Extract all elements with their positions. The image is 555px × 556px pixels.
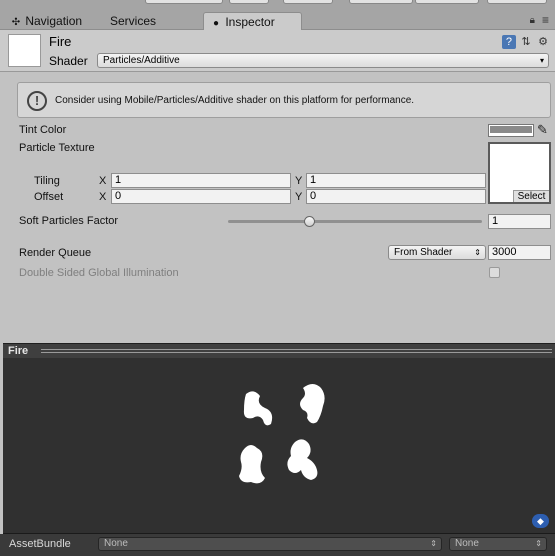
toolbar-button[interactable] xyxy=(349,0,413,4)
asset-bundle-name-dropdown[interactable]: None ⇕ xyxy=(98,537,442,551)
particle-blob xyxy=(243,391,273,426)
tiling-x-field[interactable]: 1 xyxy=(111,173,291,188)
toolbar-button[interactable] xyxy=(229,0,269,4)
tint-color-swatch[interactable] xyxy=(488,124,534,137)
warning-text: Consider using Mobile/Particles/Additive… xyxy=(55,95,415,106)
asset-bundle-variant-dropdown[interactable]: None ⇕ xyxy=(449,537,547,551)
tab-services[interactable]: Services xyxy=(104,12,174,30)
particle-texture-preview xyxy=(239,384,325,484)
asset-bundle-bar: AssetBundle None ⇕ None ⇕ xyxy=(0,534,555,556)
offset-label: Offset xyxy=(34,191,64,203)
soft-particles-slider-knob[interactable] xyxy=(303,216,315,227)
toolbar-button[interactable] xyxy=(487,0,547,4)
lock-icon[interactable]: 🔒︎ xyxy=(530,15,535,26)
shader-label: Shader xyxy=(49,54,88,68)
dsgi-checkbox[interactable] xyxy=(489,267,500,278)
asset-bundle-variant: None xyxy=(455,538,479,549)
dsgi-label: Double Sided Global Illumination xyxy=(19,267,179,279)
soft-particles-slider-track[interactable] xyxy=(228,220,482,223)
tiling-y-field[interactable]: 1 xyxy=(306,173,486,188)
preview-header[interactable]: Fire xyxy=(3,343,555,358)
dropdown-arrow-icon: ⇕ xyxy=(535,539,542,548)
tab-navigation[interactable]: ✣ Navigation xyxy=(4,12,96,30)
soft-particles-label: Soft Particles Factor xyxy=(19,215,119,227)
material-preview[interactable]: ◆ xyxy=(3,358,555,534)
material-header: Fire Shader Particles/Additive ▾ ? ⇅ ⚙ xyxy=(0,30,555,72)
dropdown-arrow-icon: ⇕ xyxy=(474,248,481,257)
shader-dropdown[interactable]: Particles/Additive ▾ xyxy=(97,53,549,68)
preview-drag-handle[interactable] xyxy=(41,349,552,353)
asset-bundle-label: AssetBundle xyxy=(9,538,71,550)
gear-icon[interactable]: ⚙ xyxy=(536,35,550,49)
preview-title: Fire xyxy=(8,345,29,357)
performance-warning: ! Consider using Mobile/Particles/Additi… xyxy=(17,82,551,118)
toolbar-button[interactable] xyxy=(415,0,479,4)
tab-label: Services xyxy=(110,14,157,28)
tiling-label: Tiling xyxy=(34,175,60,187)
asset-bundle-name: None xyxy=(104,538,128,549)
render-queue-label: Render Queue xyxy=(19,247,92,259)
toolbar-button[interactable] xyxy=(145,0,223,4)
particle-blob xyxy=(300,384,325,424)
help-book-icon[interactable]: ? xyxy=(501,35,516,49)
eyedropper-icon[interactable]: ✎ xyxy=(537,122,548,138)
preset-sliders-icon[interactable]: ⇅ xyxy=(519,35,533,49)
tab-label: Navigation xyxy=(25,14,83,28)
render-queue-field[interactable]: 3000 xyxy=(488,245,551,260)
offset-x-field[interactable]: 0 xyxy=(111,189,291,204)
tab-inspector[interactable]: ● Inspector xyxy=(203,12,302,30)
tab-label: Inspector xyxy=(225,15,275,29)
particle-blob xyxy=(287,439,318,480)
shader-value: Particles/Additive xyxy=(103,55,180,66)
tiling-y-label: Y xyxy=(295,175,303,187)
texture-select-button[interactable]: Select xyxy=(513,190,549,202)
particle-blob xyxy=(239,445,265,484)
particle-texture-label: Particle Texture xyxy=(19,142,95,154)
offset-y-label: Y xyxy=(295,191,303,203)
color-swatch-fill xyxy=(490,126,532,133)
offset-x-label: X xyxy=(99,191,107,203)
toolbar-button[interactable] xyxy=(283,0,333,4)
tiling-x-label: X xyxy=(99,175,107,187)
dropdown-arrow-icon: ⇕ xyxy=(430,539,437,548)
material-name: Fire xyxy=(49,34,72,49)
menu-icon[interactable]: ≡ xyxy=(542,13,549,27)
window-top-strip xyxy=(0,0,555,10)
warning-icon: ! xyxy=(27,91,47,111)
render-queue-mode: From Shader xyxy=(394,247,453,258)
tint-color-label: Tint Color xyxy=(19,124,67,136)
material-thumbnail xyxy=(8,34,41,67)
particle-texture-slot[interactable]: Select xyxy=(488,142,551,204)
soft-particles-field[interactable]: 1 xyxy=(488,214,551,229)
tab-bar: ✣ Navigation Services ● Inspector 🔒︎ ≡ xyxy=(0,10,555,30)
asset-label-tag-icon[interactable]: ◆ xyxy=(532,514,549,528)
render-queue-dropdown[interactable]: From Shader ⇕ xyxy=(388,245,486,260)
dropdown-arrow-icon: ▾ xyxy=(539,56,544,65)
header-icons: ? ⇅ ⚙ xyxy=(501,35,550,49)
offset-y-field[interactable]: 0 xyxy=(306,189,486,204)
